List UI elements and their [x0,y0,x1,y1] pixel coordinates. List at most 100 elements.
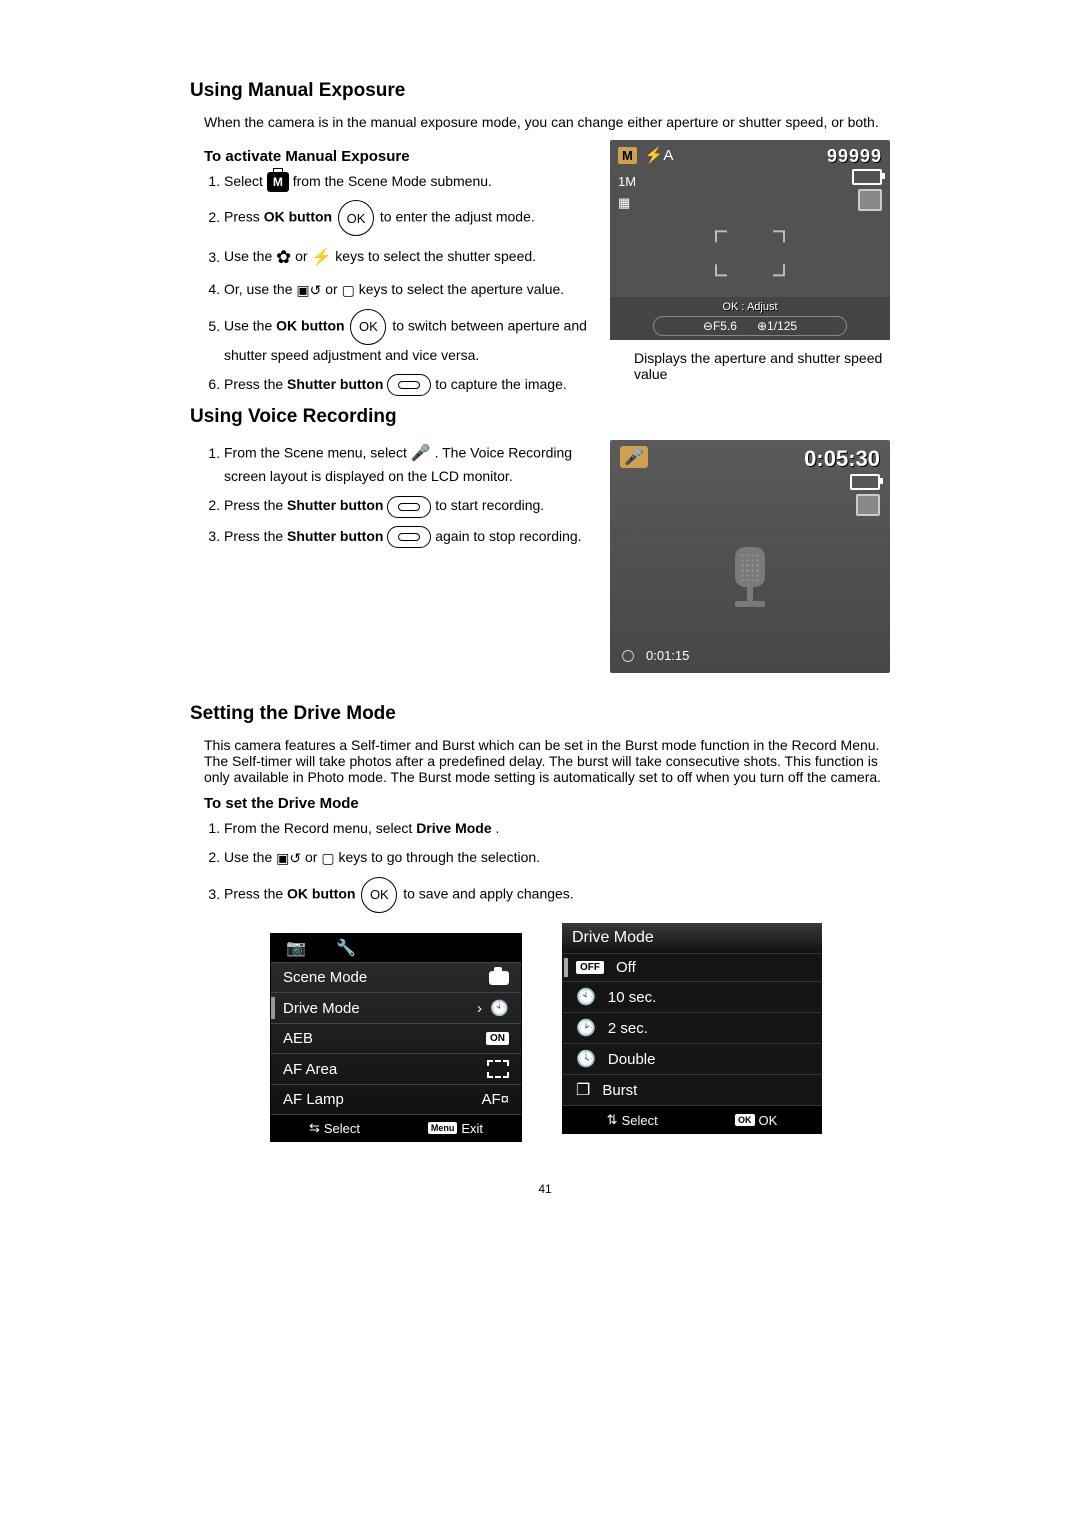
step: Or, use the ▣↺ or ▢ keys to select the a… [224,279,590,301]
menu-row-af-lamp[interactable]: AF Lamp AF¤ [271,1084,521,1114]
mode-badge: M [618,147,637,164]
label: Scene Mode [283,969,367,986]
tab-settings-icon[interactable]: 🔧 [321,938,371,958]
text: Select [224,173,267,189]
label: Burst [602,1082,637,1099]
voice-mode-icon: 🎤 [620,446,648,468]
timer-double-icon: 🕓 [576,1049,596,1069]
down-flash-icon: ⚡ [311,246,331,270]
step: Use the ✿ or ⚡ keys to select the shutte… [224,244,590,271]
flash-auto-icon: ⚡A [645,147,674,164]
right-play-icon: ▢ [342,280,355,301]
footer-select: ⇆ Select [309,1120,360,1136]
aperture-value: ⊖F5.6 [703,319,737,333]
tab-camera-icon[interactable]: 📷 [271,938,321,958]
ok-button-label: OK button [276,318,344,334]
af-area-icon [487,1060,509,1078]
steps-voice-recording: From the Scene menu, select 🎤 . The Voic… [204,442,590,548]
focus-frame-icon [715,230,785,276]
af-lamp-value: AF¤ [481,1091,509,1108]
step: Press the OK button OK to save and apply… [224,877,900,913]
text: Press the [224,886,287,902]
sd-card-icon [858,189,882,211]
resolution-icon: 1M [618,174,636,189]
page-number: 41 [190,1182,900,1196]
elapsed-time: 0:05:30 [804,446,880,472]
remaining-shots: 99999 [827,146,882,167]
manual-mode-icon: M [267,172,289,192]
microphone-icon: 🎤 [411,442,431,466]
sd-card-icon [856,494,880,516]
option-2sec[interactable]: 🕑 2 sec. [562,1012,822,1043]
footer-exit: Menu Exit [428,1121,483,1136]
step: From the Record menu, select Drive Mode … [224,818,900,839]
left-macro-icon: ▣↺ [276,848,301,869]
shutter-button-icon [387,496,431,518]
timer-10-icon: 🕙 [576,987,596,1007]
step: Press the Shutter button again to stop r… [224,526,590,548]
ok-adjust-hint: OK : Adjust [610,301,890,313]
label: Select [324,1121,360,1136]
label: AEB [283,1030,313,1047]
label: Exit [461,1121,483,1136]
subheading-set-drive-mode: To set the Drive Mode [204,795,900,812]
option-burst[interactable]: ❐ Burst [562,1074,822,1105]
burst-icon: ❐ [576,1080,590,1100]
text: From the Scene menu, select [224,445,411,461]
ok-badge: OK [735,1114,755,1126]
heading-drive-mode: Setting the Drive Mode [190,703,900,725]
text: From the Record menu, select [224,820,416,836]
text: . [496,820,500,836]
intro-drive-mode: This camera features a Self-timer and Bu… [204,737,900,785]
option-off[interactable]: OFF Off [562,953,822,981]
ok-button-label: OK button [264,209,332,225]
steps-manual-exposure: Select M from the Scene Mode submenu. Pr… [204,171,590,396]
text: to capture the image. [435,376,567,392]
step: Press OK button OK to enter the adjust m… [224,200,590,236]
heading-voice-recording: Using Voice Recording [190,406,900,428]
footer-ok: OK OK [735,1113,777,1128]
menu-badge: Menu [428,1122,458,1134]
text: Press the [224,497,287,513]
menu-row-scene-mode[interactable]: Scene Mode [271,962,521,992]
lcd-caption: Displays the aperture and shutter speed … [634,350,900,382]
subheading-activate-manual: To activate Manual Exposure [204,148,590,165]
text: or [325,281,341,297]
text: again to stop recording. [435,528,581,544]
ok-button-icon: OK [338,200,374,236]
lcd-voice-recording: 🎤 0:05:30 [610,440,890,673]
option-10sec[interactable]: 🕙 10 sec. [562,981,822,1012]
on-badge: ON [486,1032,509,1045]
timer-off-icon: › 🕙 [477,999,509,1017]
ok-button-icon: OK [350,309,386,345]
intro-manual-exposure: When the camera is in the manual exposur… [204,114,900,130]
step: Select M from the Scene Mode submenu. [224,171,590,192]
label: Select [622,1113,658,1128]
camera-p-icon [489,971,509,985]
text: Press [224,209,264,225]
up-flower-icon: ✿ [276,244,291,271]
ok-button-label: OK button [287,886,355,902]
text: to start recording. [435,497,544,513]
heading-manual-exposure: Using Manual Exposure [190,80,900,102]
text: Use the [224,849,276,865]
text: from the Scene Mode submenu. [293,173,492,189]
microphone-graphic [729,547,771,617]
left-macro-icon: ▣↺ [296,280,321,301]
label: AF Area [283,1061,337,1078]
label: Off [616,959,636,976]
option-double[interactable]: 🕓 Double [562,1043,822,1074]
off-icon: OFF [576,961,604,974]
page: Using Manual Exposure When the camera is… [90,0,990,1236]
text: Use the [224,318,276,334]
label: 10 sec. [608,989,656,1006]
menu-row-af-area[interactable]: AF Area [271,1053,521,1084]
footer-select: ⇅ Select [607,1112,658,1128]
timer-2-icon: 🕑 [576,1018,596,1038]
menu-row-drive-mode[interactable]: Drive Mode › 🕙 [271,992,521,1023]
menu-row-aeb[interactable]: AEB ON [271,1023,521,1053]
label: OK [759,1113,778,1128]
nav-arrows-icon: ⇅ [607,1112,618,1128]
record-indicator-icon [622,650,634,662]
shutter-value: ⊕1/125 [757,319,797,333]
